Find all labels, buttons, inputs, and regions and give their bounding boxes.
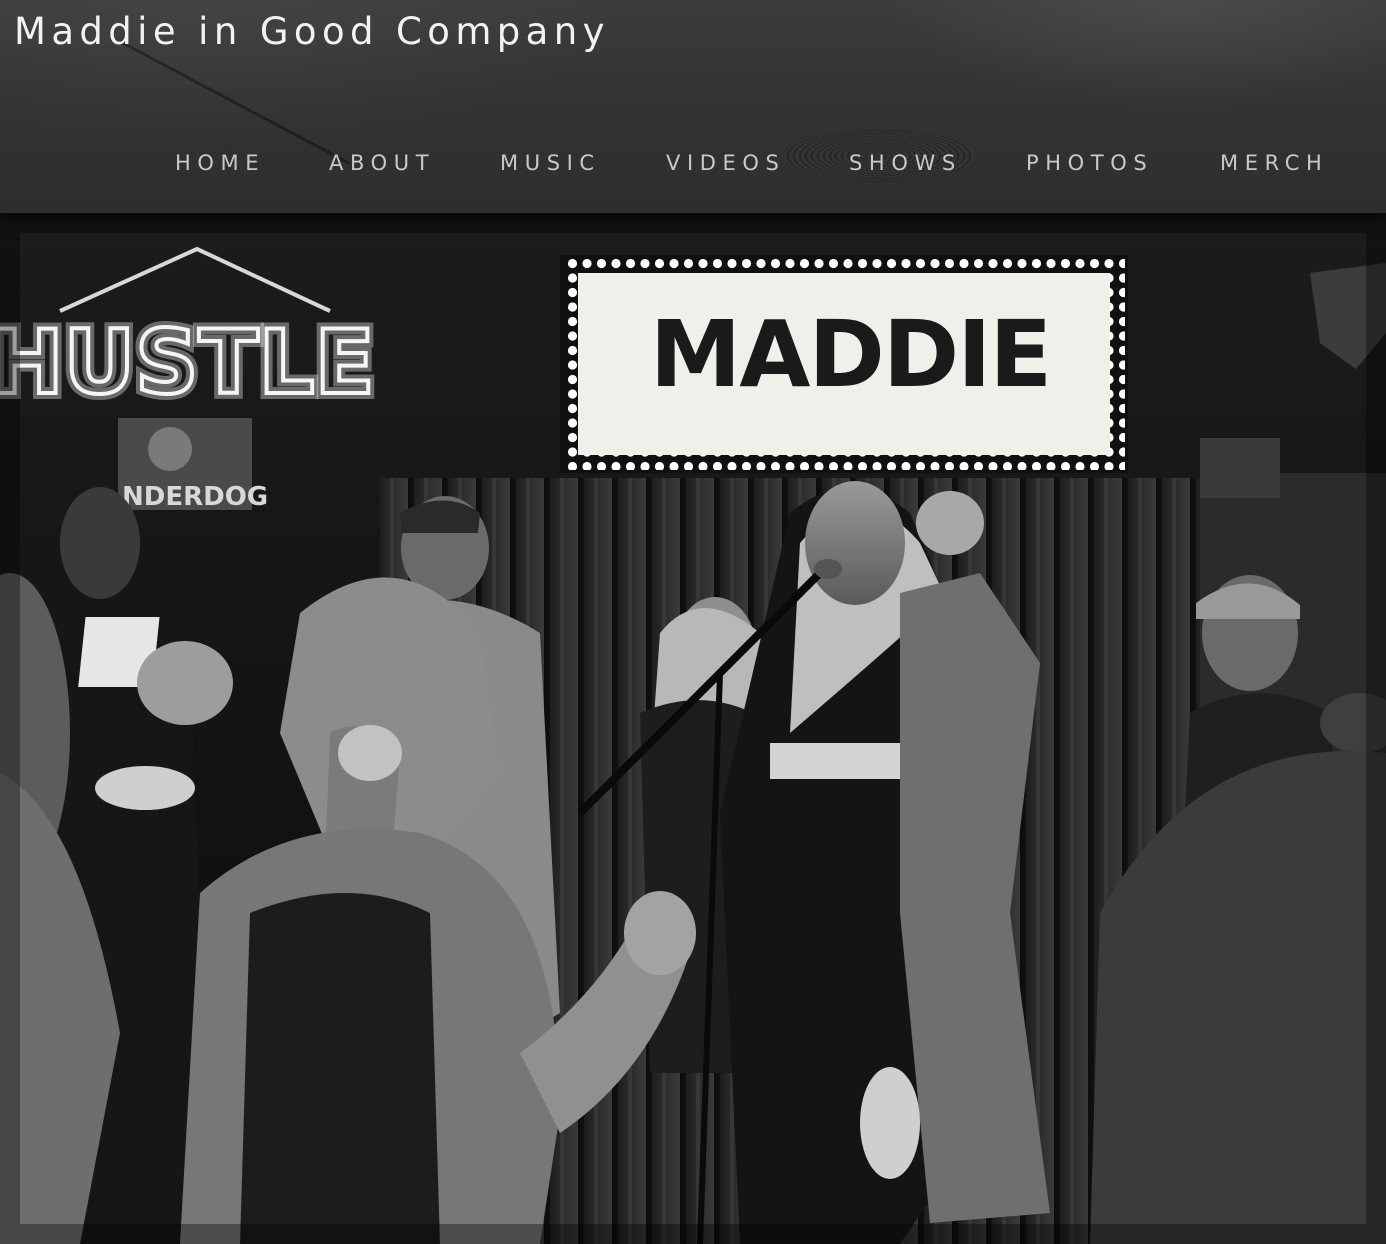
nav-item-merch[interactable]: MERCH <box>1220 150 1328 176</box>
nav-item-about[interactable]: ABOUT <box>329 150 435 176</box>
nav-item-shows[interactable]: SHOWS <box>849 150 962 176</box>
poster-text: NDERDOG <box>122 482 268 512</box>
nav-item-videos[interactable]: VIDEOS <box>666 150 785 176</box>
nav-item-music[interactable]: MUSIC <box>500 150 601 176</box>
hero-photo: MADDIE HUSTLE HUSTLE NDERDOG <box>0 213 1386 1244</box>
wall-equipment <box>1200 438 1280 498</box>
wall-poster: NDERDOG <box>118 418 268 512</box>
site-title[interactable]: Maddie in Good Company <box>14 10 610 53</box>
hero-photo-illustration: MADDIE HUSTLE HUSTLE NDERDOG <box>0 213 1386 1244</box>
site-header: Maddie in Good Company HOME ABOUT MUSIC … <box>0 0 1386 213</box>
nav-item-home[interactable]: HOME <box>175 150 265 176</box>
marquee-text: MADDIE <box>650 301 1051 408</box>
main-nav: HOME ABOUT MUSIC VIDEOS SHOWS PHOTOS MER… <box>0 150 1386 178</box>
page: Maddie in Good Company HOME ABOUT MUSIC … <box>0 0 1386 1244</box>
neon-sign-text: HUSTLE <box>0 311 375 414</box>
header-texture <box>119 40 351 165</box>
nav-item-photos[interactable]: PHOTOS <box>1026 150 1153 176</box>
marquee-sign: MADDIE <box>560 255 1128 473</box>
